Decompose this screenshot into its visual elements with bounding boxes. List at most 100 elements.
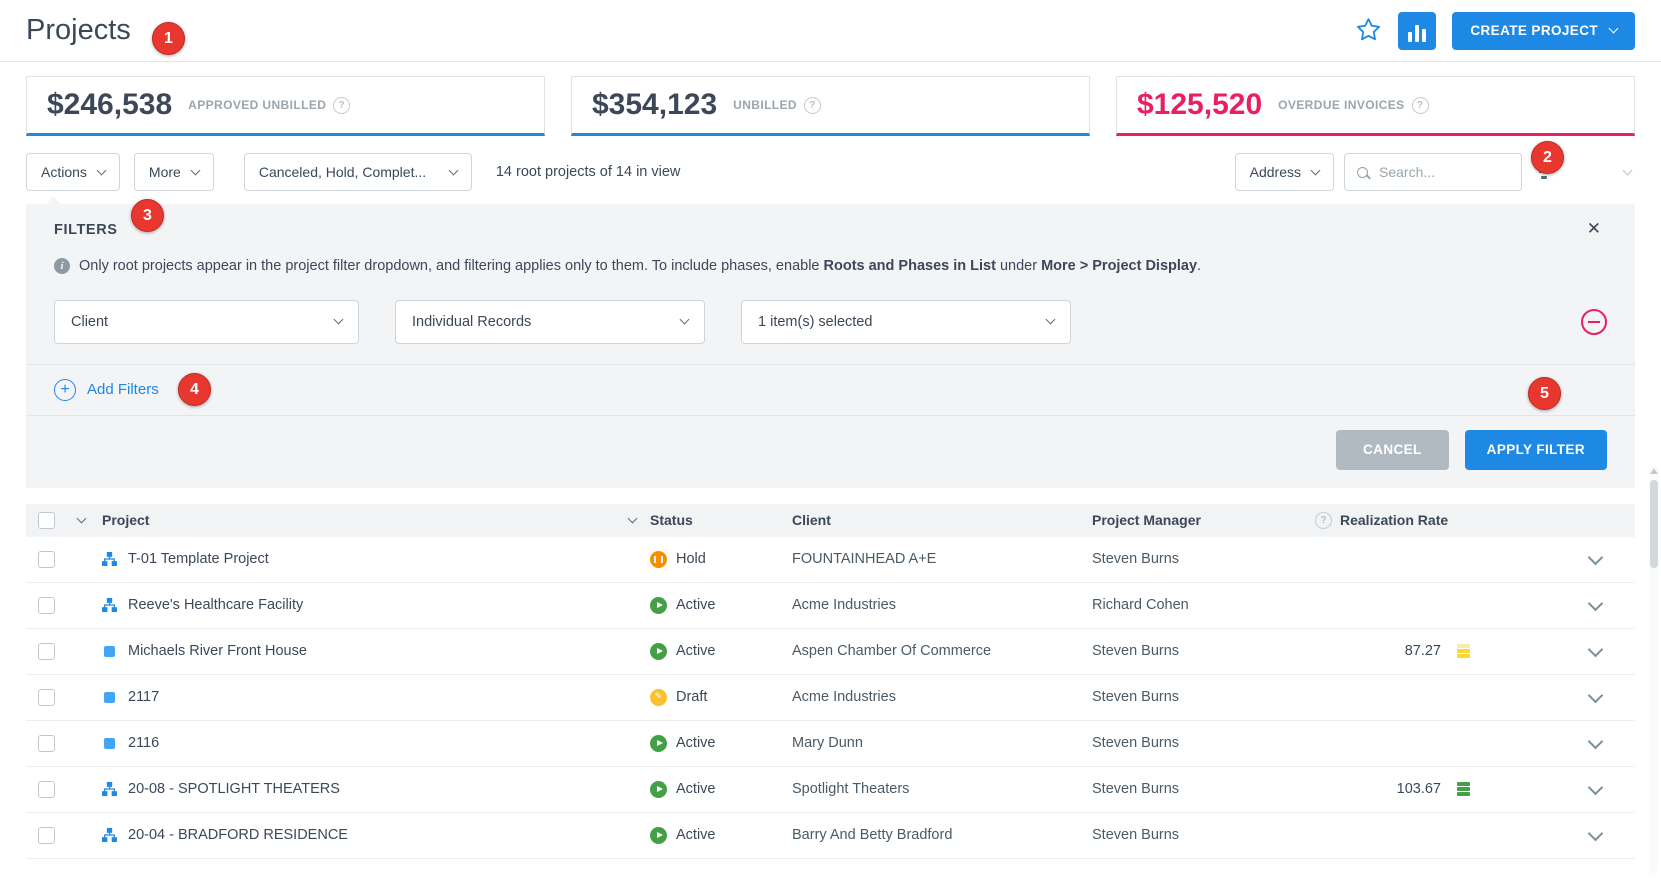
row-checkbox[interactable] [37, 550, 55, 568]
scrollbar-thumb[interactable] [1650, 480, 1658, 568]
row-checkbox[interactable] [37, 826, 55, 844]
search-input[interactable] [1377, 163, 1509, 181]
vertical-scrollbar[interactable] [1649, 466, 1659, 874]
row-expand-chevron[interactable] [1587, 549, 1603, 565]
project-name[interactable]: Reeve's Healthcare Facility [128, 597, 303, 613]
table-row[interactable]: Reeve's Healthcare Facility Active Acme … [26, 582, 1635, 629]
actions-dropdown[interactable]: Actions [26, 153, 120, 191]
help-icon[interactable]: ? [1411, 96, 1429, 114]
filter-record-type-select[interactable]: Individual Records [395, 299, 705, 344]
manager-name: Richard Cohen [1092, 597, 1189, 614]
status-filter-dropdown[interactable]: Canceled, Hold, Complet... [243, 153, 472, 191]
project-name[interactable]: 20-04 - BRADFORD RESIDENCE [128, 827, 348, 843]
filter-selection-select[interactable]: 1 item(s) selected [741, 299, 1071, 344]
table-row[interactable]: 20-08 - SPOTLIGHT THEATERS Active Spotli… [26, 766, 1635, 813]
status-label: Active [676, 735, 716, 752]
table-row[interactable]: 2116 Active Mary Dunn Steven Burns [26, 720, 1635, 767]
status-icon [650, 780, 667, 798]
close-filters-button[interactable]: ✕ [1581, 220, 1607, 239]
row-expand-chevron[interactable] [1587, 825, 1603, 841]
status-label: Hold [676, 551, 706, 568]
create-project-label: CREATE PROJECT [1470, 23, 1598, 38]
manager-name: Steven Burns [1092, 643, 1180, 660]
row-checkbox[interactable] [37, 734, 55, 752]
filter-field-select[interactable]: Client [54, 299, 359, 344]
project-hierarchy-icon [102, 552, 117, 567]
project-name[interactable]: 2117 [128, 689, 159, 705]
project-name[interactable]: 2116 [128, 735, 159, 751]
stat-card: $354,123 UNBILLED ? [571, 76, 1090, 136]
realization-bars-icon [1457, 644, 1470, 658]
stat-value: $354,123 [592, 88, 718, 121]
row-expand-chevron[interactable] [1587, 733, 1603, 749]
chevron-down-icon [333, 314, 344, 325]
add-filters-link[interactable]: Add Filters [87, 381, 159, 398]
row-checkbox[interactable] [37, 688, 55, 706]
stat-value: $246,538 [47, 88, 173, 121]
client-name: Acme Industries [792, 689, 896, 706]
row-expand-chevron[interactable] [1587, 595, 1603, 611]
filter-options-chevron[interactable] [1620, 165, 1635, 178]
manager-name: Steven Burns [1092, 551, 1180, 568]
row-expand-chevron[interactable] [1587, 641, 1603, 657]
project-hierarchy-icon [102, 828, 117, 843]
table-row[interactable]: 2117 Draft Acme Industries Steven Burns [26, 674, 1635, 721]
column-header-client: Client [792, 512, 831, 529]
analytics-button[interactable] [1398, 11, 1437, 50]
column-header-realization: Realization Rate [1340, 512, 1449, 529]
manager-name: Steven Burns [1092, 781, 1180, 798]
help-icon[interactable]: ? [333, 96, 351, 114]
table-row[interactable]: T-01 Template Project Hold FOUNTAINHEAD … [26, 536, 1635, 583]
chevron-down-icon [1045, 314, 1056, 325]
filter-field-value: Client [71, 313, 109, 330]
project-name[interactable]: 20-08 - SPOTLIGHT THEATERS [128, 781, 340, 797]
client-name: FOUNTAINHEAD A+E [792, 551, 937, 568]
client-name: Aspen Chamber Of Commerce [792, 643, 992, 660]
annotation-badge-2: 2 [1531, 141, 1564, 174]
actions-label: Actions [41, 164, 87, 180]
filters-panel-footer: CANCEL APPLY FILTER [26, 416, 1635, 488]
row-expand-chevron[interactable] [1587, 687, 1603, 703]
help-icon[interactable]: ? [1315, 511, 1332, 529]
help-icon[interactable]: ? [804, 96, 822, 114]
stat-value: $125,520 [1137, 88, 1263, 121]
project-column-menu-chevron[interactable] [627, 513, 638, 524]
column-header-status: Status [650, 512, 693, 529]
table-row[interactable]: 20-04 - BRADFORD RESIDENCE Active Barry … [26, 812, 1635, 859]
realization-bars-icon [1457, 782, 1470, 796]
create-project-button[interactable]: CREATE PROJECT [1452, 11, 1635, 50]
search-icon [1357, 166, 1368, 178]
cancel-button[interactable]: CANCEL [1336, 429, 1449, 470]
star-icon [1355, 16, 1382, 46]
table-header-row: Project Status Client Project Manager ? … [26, 503, 1635, 537]
chevron-down-icon [190, 165, 201, 175]
remove-filter-button[interactable] [1581, 308, 1607, 335]
header-actions: CREATE PROJECT [1355, 11, 1635, 50]
row-checkbox[interactable] [37, 596, 55, 614]
favorite-button[interactable] [1355, 16, 1382, 46]
apply-filter-button[interactable]: APPLY FILTER [1464, 429, 1607, 470]
status-label: Active [676, 597, 716, 614]
row-checkbox[interactable] [37, 642, 55, 660]
stat-label: UNBILLED ? [733, 96, 822, 114]
more-dropdown[interactable]: More [133, 153, 214, 191]
row-expand-chevron[interactable] [1587, 779, 1603, 795]
address-dropdown[interactable]: Address [1234, 153, 1334, 191]
select-options-chevron[interactable] [76, 513, 86, 524]
annotation-badge-1: 1 [152, 22, 185, 55]
project-name[interactable]: T-01 Template Project [128, 551, 269, 567]
select-all-checkbox[interactable] [37, 511, 55, 529]
table-row[interactable]: Michaels River Front House Active Aspen … [26, 628, 1635, 675]
chevron-down-icon [679, 314, 690, 325]
projects-count-text: 14 root projects of 14 in view [495, 164, 681, 180]
status-filter-value: Canceled, Hold, Complet... [258, 164, 427, 180]
chevron-down-icon [1622, 165, 1633, 175]
status-label: Draft [676, 689, 708, 706]
status-label: Active [676, 827, 716, 844]
row-checkbox[interactable] [37, 780, 55, 798]
filter-selection-value: 1 item(s) selected [758, 313, 873, 330]
project-name[interactable]: Michaels River Front House [128, 643, 307, 659]
status-label: Active [676, 781, 716, 798]
column-header-manager: Project Manager [1092, 512, 1201, 529]
search-box[interactable] [1344, 153, 1522, 191]
